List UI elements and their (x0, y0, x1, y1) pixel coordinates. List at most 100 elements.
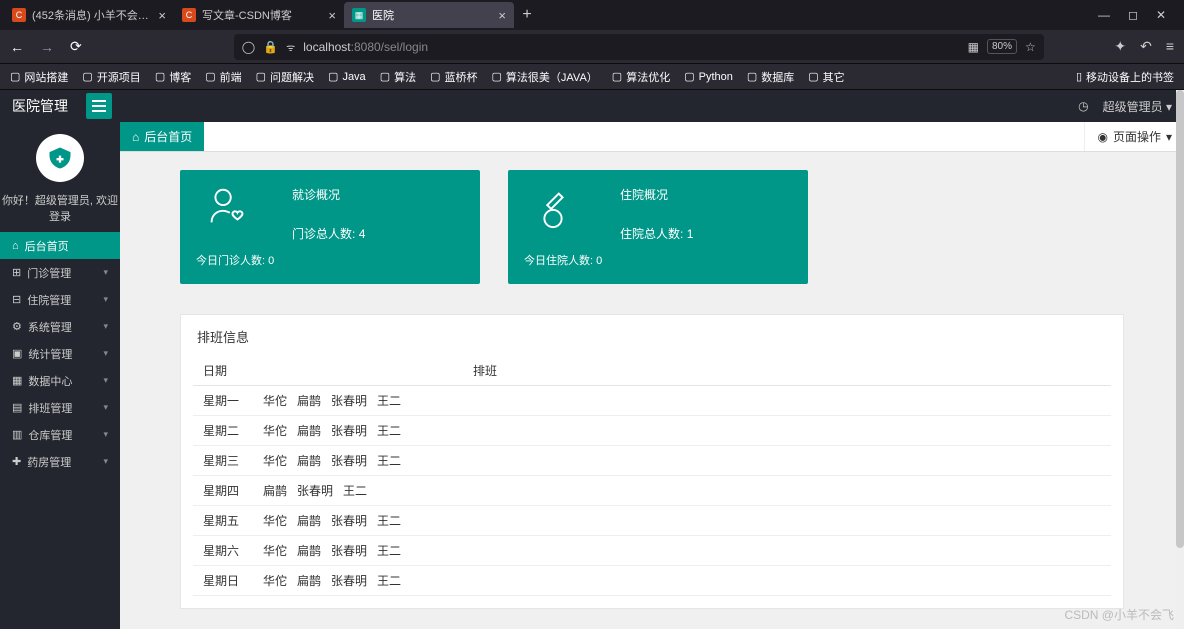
card-title: 住院概况 (620, 186, 792, 203)
app-menu-icon[interactable]: ≡ (1166, 38, 1174, 55)
bookmark-folder[interactable]: ▢前端 (205, 69, 241, 85)
microscope-icon (530, 184, 576, 233)
bookmark-folder[interactable]: ▢算法优化 (612, 69, 670, 85)
browser-tab-active[interactable]: ▦ 医院 × (344, 2, 514, 28)
extension-icon[interactable]: ✦ (1114, 38, 1126, 55)
browser-tab[interactable]: C 写文章-CSDN博客 × (174, 2, 344, 28)
sidebar-item-6[interactable]: ▤排班管理▾ (0, 394, 120, 421)
close-window-icon[interactable]: ✕ (1156, 8, 1166, 22)
bookmark-folder[interactable]: ▢Python (684, 69, 733, 85)
chevron-down-icon: ▾ (103, 348, 108, 359)
tab-label: 写文章-CSDN博客 (202, 7, 322, 23)
chevron-down-icon: ▾ (103, 402, 108, 413)
chevron-down-icon: ▾ (103, 429, 108, 440)
page-ops-button[interactable]: ◉ 页面操作 ▾ (1084, 122, 1184, 151)
home-icon: ⌂ (132, 130, 139, 144)
bookmark-star-icon[interactable]: ☆ (1025, 40, 1036, 54)
history-icon[interactable]: ◷ (1078, 99, 1088, 113)
nav-icon: ⌂ (12, 240, 19, 252)
sidebar-item-3[interactable]: ⚙系统管理▾ (0, 313, 120, 340)
account-icon[interactable]: ↶ (1140, 38, 1152, 55)
tab-home[interactable]: ⌂ 后台首页 (120, 122, 204, 151)
bookmark-folder[interactable]: ▢开源项目 (82, 69, 140, 85)
card-total: 门诊总人数: 4 (292, 225, 464, 242)
close-icon[interactable]: × (498, 8, 506, 23)
close-icon[interactable]: × (328, 8, 336, 23)
nav-icon: ▣ (12, 347, 22, 360)
bookmark-folder[interactable]: ▢网站搭建 (10, 69, 68, 85)
bookmark-folder[interactable]: ▢数据库 (747, 69, 794, 85)
folder-icon: ▢ (10, 70, 20, 83)
col-sched: 排班 (253, 356, 1111, 386)
folder-icon: ▢ (684, 70, 694, 83)
avatar (36, 134, 84, 182)
sidebar-item-2[interactable]: ⊟住院管理▾ (0, 286, 120, 313)
table-row: 星期日华佗扁鹊张春明王二 (193, 566, 1111, 596)
back-icon[interactable]: ← (10, 39, 24, 55)
minimize-icon[interactable]: — (1098, 8, 1110, 22)
table-row: 星期五华佗扁鹊张春明王二 (193, 506, 1111, 536)
browser-tab[interactable]: C (452条消息) 小羊不会飞的博客 × (4, 2, 174, 28)
bookmark-folder[interactable]: ▢蓝桥杯 (430, 69, 477, 85)
sidebar: 你好！超级管理员, 欢迎登录 ⌂后台首页⊞门诊管理▾⊟住院管理▾⚙系统管理▾▣统… (0, 122, 120, 629)
favicon-csdn-icon: C (12, 8, 26, 22)
table-row: 星期四扁鹊张春明王二 (193, 476, 1111, 506)
folder-icon: ▢ (808, 70, 818, 83)
nav-icon: ⊟ (12, 293, 21, 306)
new-tab-button[interactable]: + (514, 6, 540, 24)
sidebar-item-4[interactable]: ▣统计管理▾ (0, 340, 120, 367)
favicon-csdn-icon: C (182, 8, 196, 22)
lock-icon[interactable]: 🔒 (263, 40, 278, 54)
sidebar-item-0[interactable]: ⌂后台首页 (0, 232, 120, 259)
user-menu[interactable]: 超级管理员 ▾ (1103, 98, 1172, 115)
folder-icon: ▢ (82, 70, 92, 83)
table-row: 星期一华佗扁鹊张春明王二 (193, 386, 1111, 416)
folder-icon: ▢ (430, 70, 440, 83)
bookmark-folder[interactable]: ▢算法很美（JAVA） (492, 69, 598, 85)
sidebar-item-8[interactable]: ✚药房管理▾ (0, 448, 120, 475)
browser-toolbar: ← → ⟳ ◯ 🔒 ᯤ localhost:8080/sel/login ▦ 8… (0, 30, 1184, 64)
main-area: ⌂ 后台首页 ◉ 页面操作 ▾ 就诊概况 (120, 122, 1184, 629)
sidebar-item-5[interactable]: ▦数据中心▾ (0, 367, 120, 394)
bookmark-folder[interactable]: ▢其它 (808, 69, 844, 85)
url-bar[interactable]: ◯ 🔒 ᯤ localhost:8080/sel/login ▦ 80% ☆ (234, 34, 1044, 60)
shield-icon[interactable]: ◯ (242, 40, 255, 54)
favicon-hospital-icon: ▦ (352, 8, 366, 22)
schedule-title: 排班信息 (193, 327, 1111, 356)
forward-icon[interactable]: → (40, 39, 54, 55)
chevron-down-icon: ▾ (103, 267, 108, 278)
schedule-table: 日期 排班 星期一华佗扁鹊张春明王二星期二华佗扁鹊张春明王二星期三华佗扁鹊张春明… (193, 356, 1111, 596)
bookmarks-bar: ▢网站搭建 ▢开源项目 ▢博客 ▢前端 ▢问题解决 ▢Java ▢算法 ▢蓝桥杯 ▢算法很美（J… (0, 64, 1184, 90)
chevron-down-icon: ▾ (103, 375, 108, 386)
sidebar-item-7[interactable]: ▥仓库管理▾ (0, 421, 120, 448)
welcome-text: 你好！超级管理员, 欢迎登录 (0, 192, 120, 224)
person-heart-icon (202, 184, 248, 233)
window-controls: — ◻ ✕ (1098, 8, 1180, 22)
app-header: 医院管理 ◷ 超级管理员 ▾ (0, 90, 1184, 122)
card-today: 今日门诊人数: 0 (196, 252, 464, 268)
scrollbar[interactable] (1176, 90, 1184, 629)
browser-tab-strip: C (452条消息) 小羊不会飞的博客 × C 写文章-CSDN博客 × ▦ 医… (0, 0, 1184, 30)
folder-icon: ▢ (328, 70, 338, 83)
bookmark-folder[interactable]: ▢问题解决 (256, 69, 314, 85)
table-row: 星期二华佗扁鹊张春明王二 (193, 416, 1111, 446)
nav-icon: ✚ (12, 455, 21, 468)
tab-label: (452条消息) 小羊不会飞的博客 (32, 7, 152, 23)
permission-icon[interactable]: ᯤ (286, 40, 295, 54)
reload-icon[interactable]: ⟳ (70, 38, 82, 55)
bookmark-folder[interactable]: ▢博客 (155, 69, 191, 85)
nav-icon: ⊞ (12, 266, 21, 279)
qr-icon[interactable]: ▦ (968, 40, 979, 54)
folder-icon: ▢ (205, 70, 215, 83)
bookmark-folder[interactable]: ▢Java (328, 69, 366, 85)
chevron-down-icon: ▾ (103, 294, 108, 305)
close-icon[interactable]: × (158, 8, 166, 23)
bookmark-folder[interactable]: ▢算法 (380, 69, 416, 85)
nav-icon: ⚙ (12, 320, 22, 333)
maximize-icon[interactable]: ◻ (1128, 8, 1138, 22)
zoom-indicator[interactable]: 80% (987, 39, 1017, 54)
nav-icon: ▦ (12, 374, 22, 387)
menu-toggle-button[interactable] (86, 93, 112, 119)
sidebar-item-1[interactable]: ⊞门诊管理▾ (0, 259, 120, 286)
bookmark-mobile[interactable]: ▯ 移动设备上的书签 (1076, 69, 1174, 85)
